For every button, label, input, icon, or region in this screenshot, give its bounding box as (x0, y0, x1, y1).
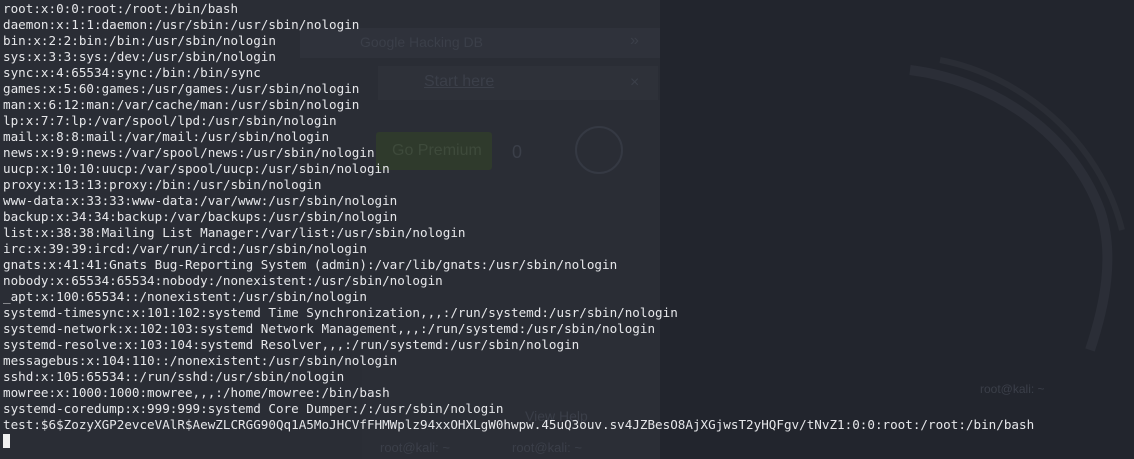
terminal-line: systemd-coredump:x:999:999:systemd Core … (3, 401, 504, 416)
terminal-line: sshd:x:105:65534::/run/sshd:/usr/sbin/no… (3, 369, 345, 384)
terminal-line: _apt:x:100:65534::/nonexistent:/usr/sbin… (3, 289, 367, 304)
terminal-line: proxy:x:13:13:proxy:/bin:/usr/sbin/nolog… (3, 177, 322, 192)
terminal-line: root:x:0:0:root:/root:/bin/bash (3, 1, 239, 16)
terminal-line: messagebus:x:104:110::/nonexistent:/usr/… (3, 353, 398, 368)
terminal-line: uucp:x:10:10:uucp:/var/spool/uucp:/usr/s… (3, 161, 390, 176)
terminal-line: systemd-network:x:102:103:systemd Networ… (3, 321, 656, 336)
terminal-line: www-data:x:33:33:www-data:/var/www:/usr/… (3, 193, 398, 208)
terminal-cursor[interactable] (3, 434, 10, 448)
terminal-line: news:x:9:9:news:/var/spool/news:/usr/sbi… (3, 145, 375, 160)
terminal-line: nobody:x:65534:65534:nobody:/nonexistent… (3, 273, 443, 288)
terminal-line: lp:x:7:7:lp:/var/spool/lpd:/usr/sbin/nol… (3, 113, 337, 128)
terminal-line: backup:x:34:34:backup:/var/backups:/usr/… (3, 209, 398, 224)
terminal-line: systemd-resolve:x:103:104:systemd Resolv… (3, 337, 580, 352)
terminal-line: test:$6$ZozyXGP2evceVAlR$AewZLCRGG90Qq1A… (3, 417, 1035, 432)
terminal-line: list:x:38:38:Mailing List Manager:/var/l… (3, 225, 466, 240)
terminal-line: daemon:x:1:1:daemon:/usr/sbin:/usr/sbin/… (3, 17, 360, 32)
terminal-line: bin:x:2:2:bin:/bin:/usr/sbin/nologin (3, 33, 276, 48)
terminal-line: games:x:5:60:games:/usr/games:/usr/sbin/… (3, 81, 360, 96)
terminal-line: sync:x:4:65534:sync:/bin:/bin/sync (3, 65, 261, 80)
terminal-line: mail:x:8:8:mail:/var/mail:/usr/sbin/nolo… (3, 129, 330, 144)
terminal-line: systemd-timesync:x:101:102:systemd Time … (3, 305, 678, 320)
desktop-screen: Google Hacking DB » Start here × Go Prem… (0, 0, 1134, 459)
terminal-line: sys:x:3:3:sys:/dev:/usr/sbin/nologin (3, 49, 276, 64)
terminal-line: gnats:x:41:41:Gnats Bug-Reporting System… (3, 257, 618, 272)
terminal-line: irc:x:39:39:ircd:/var/run/ircd:/usr/sbin… (3, 241, 367, 256)
terminal-output: root:x:0:0:root:/root:/bin/bash daemon:x… (3, 1, 1034, 433)
terminal-line: mowree:x:1000:1000:mowree,,,:/home/mowre… (3, 385, 390, 400)
terminal-line: man:x:6:12:man:/var/cache/man:/usr/sbin/… (3, 97, 360, 112)
terminal-window[interactable]: root:x:0:0:root:/root:/bin/bash daemon:x… (0, 0, 1134, 459)
